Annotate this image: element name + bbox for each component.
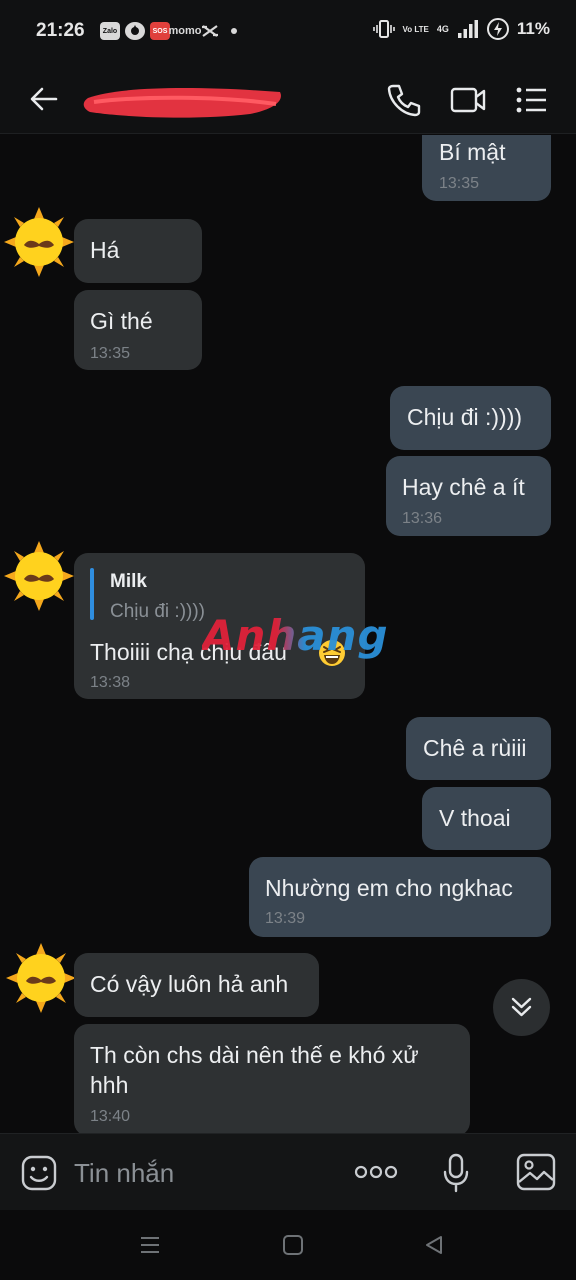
back-icon[interactable] [423, 1234, 445, 1256]
message-text: Chịu đi :)))) [407, 404, 523, 430]
message-text: Há [90, 237, 120, 263]
outgoing-message[interactable]: Chịu đi :)))) [390, 386, 551, 450]
message-list[interactable]: Bí mật 13:35 Há Gì thé 13:35 Chịu đi :))… [0, 135, 576, 1133]
sticker-icon[interactable] [20, 1154, 58, 1192]
more-icon[interactable] [354, 1160, 398, 1184]
message-time: 13:35 [90, 345, 131, 362]
image-icon[interactable] [515, 1152, 557, 1192]
zalo-icon: Zalo [100, 22, 120, 40]
contact-avatar[interactable] [6, 943, 76, 1013]
reply-quote-bar [90, 568, 94, 620]
outgoing-message[interactable]: Nhường em cho ngkhac 13:39 [249, 857, 551, 937]
scroll-to-bottom-button[interactable] [493, 979, 550, 1036]
incoming-message[interactable]: Há [74, 219, 202, 283]
message-composer: Tin nhắn [0, 1133, 576, 1210]
menu-icon[interactable] [512, 80, 552, 120]
contact-avatar[interactable] [4, 207, 74, 277]
message-time: 13:36 [402, 510, 443, 527]
message-text-line: hhh [90, 1072, 129, 1098]
status-time: 21:26 [36, 20, 85, 41]
system-navigation-bar [0, 1210, 576, 1280]
outgoing-message[interactable]: Chê a rùiii [406, 717, 551, 780]
chat-header [0, 66, 576, 134]
message-text: Nhường em cho ngkhac [265, 875, 513, 901]
volte-indicator: Vo LTE [402, 24, 429, 34]
video-call-icon[interactable] [448, 80, 488, 120]
vibrate-icon [372, 20, 395, 38]
message-text: Chê a rùiii [423, 735, 527, 761]
recent-apps-icon[interactable] [139, 1234, 161, 1256]
message-text-line: Th còn chs dài nên thế e khó xử [90, 1042, 419, 1068]
capcut-icon [200, 22, 220, 40]
message-time: 13:40 [90, 1108, 131, 1125]
message-time: 13:39 [265, 910, 306, 927]
home-icon[interactable] [282, 1234, 304, 1256]
incoming-message[interactable]: Th còn chs dài nên thế e khó xử hhh 13:4… [74, 1024, 470, 1133]
status-bar: 21:26 Zalo SOS momo Vo LTE 4G 11% [0, 0, 576, 66]
message-time: 13:38 [90, 674, 131, 691]
message-text: Gì thé [90, 308, 153, 334]
battery-percent: 11% [516, 19, 550, 38]
signal-icon [457, 20, 478, 38]
watermark-logo: Anhang [202, 611, 389, 660]
phone-icon[interactable] [384, 80, 424, 120]
app-icon [125, 22, 145, 40]
status-indicators: Vo LTE 4G 11% [372, 18, 550, 40]
incoming-message[interactable]: Có vậy luôn hả anh [74, 953, 319, 1017]
message-time: 13:35 [439, 175, 480, 192]
message-text: V thoai [439, 805, 511, 831]
back-arrow-icon[interactable] [26, 80, 64, 118]
incoming-message[interactable]: Gì thé 13:35 [74, 290, 202, 370]
sos-icon: SOS [150, 22, 170, 40]
message-text: Có vậy luôn hả anh [90, 971, 289, 997]
message-text: Hay chê a ít [402, 474, 525, 500]
more-notifications-dot [231, 28, 237, 34]
message-text: Bí mật [439, 139, 506, 165]
redacted-contact-name [83, 88, 281, 118]
message-input[interactable]: Tin nhắn [74, 1158, 174, 1189]
reply-quoted-text: Chịu đi :)))) [110, 601, 206, 622]
reply-sender-name: Milk [110, 571, 147, 592]
battery-charging-icon [486, 18, 509, 40]
outgoing-message[interactable]: Hay chê a ít 13:36 [386, 456, 551, 536]
status-app-icons: Zalo SOS momo [100, 22, 237, 40]
contact-avatar[interactable] [4, 541, 74, 611]
double-chevron-down-icon [511, 997, 532, 1017]
microphone-icon[interactable] [440, 1152, 472, 1194]
momo-icon: momo [168, 25, 202, 37]
outgoing-message[interactable]: V thoai [422, 787, 551, 850]
outgoing-message[interactable]: Bí mật 13:35 [422, 135, 551, 201]
network-type: 4G [436, 24, 449, 34]
